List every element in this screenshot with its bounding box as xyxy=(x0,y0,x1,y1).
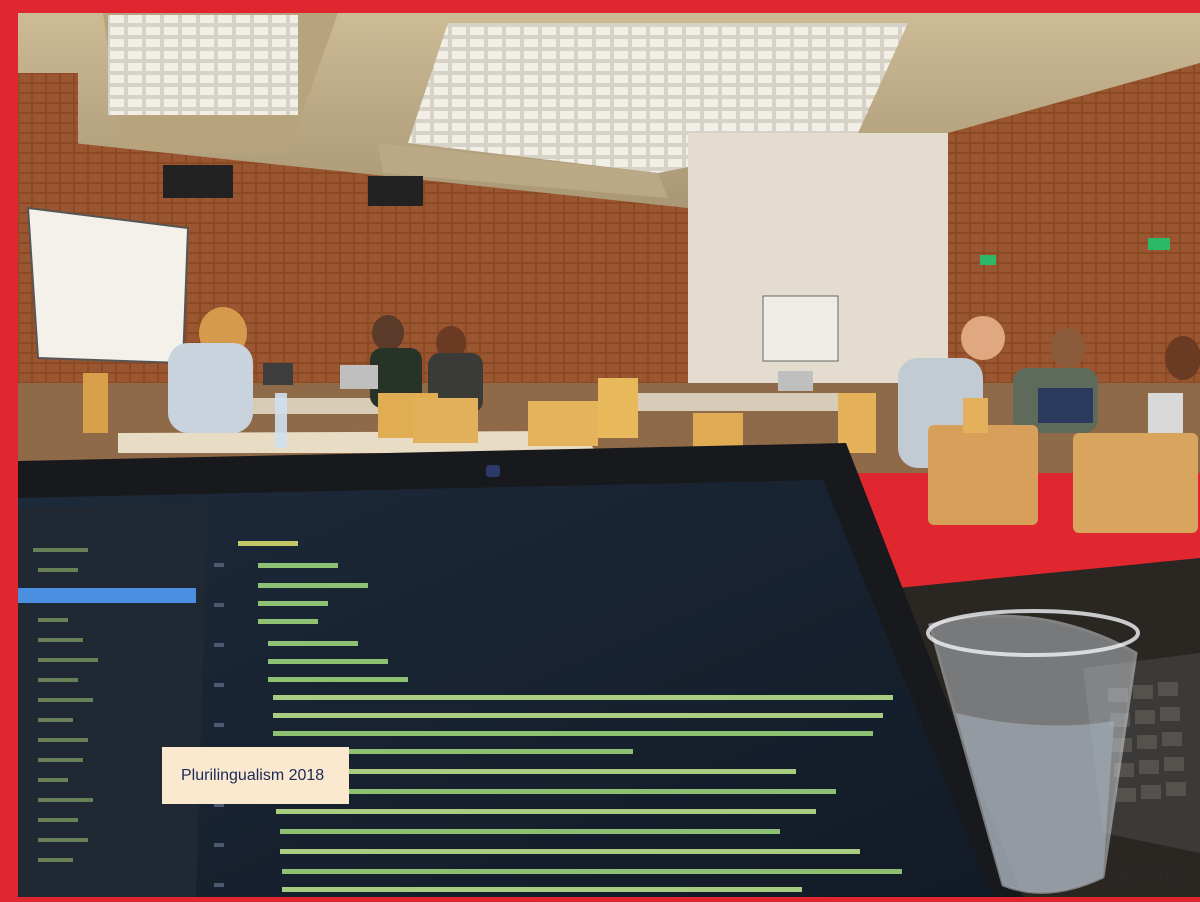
slide-caption: Plurilingualism 2018 xyxy=(162,747,349,804)
page-counter: 36 / 46 xyxy=(1112,864,1177,887)
